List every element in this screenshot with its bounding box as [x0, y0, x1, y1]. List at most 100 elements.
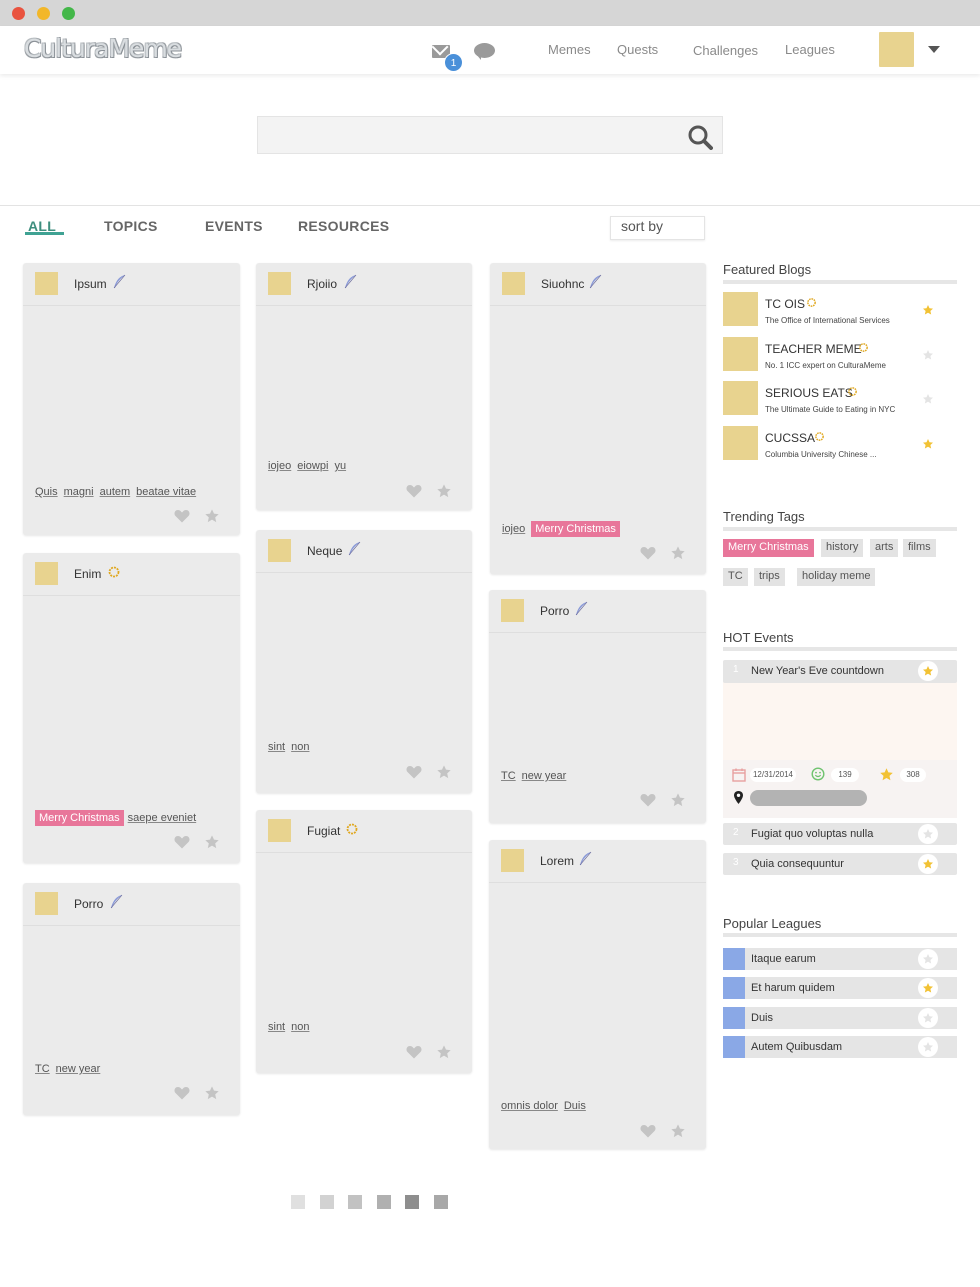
trending-tag[interactable]: arts [870, 539, 899, 557]
blog-avatar[interactable] [723, 426, 758, 460]
meme-card[interactable]: Rjoiio iojeo eiowpi yu [256, 263, 472, 510]
smile-icon[interactable] [811, 767, 825, 781]
search-icon[interactable] [687, 124, 713, 150]
meme-card[interactable]: Ipsum Quis magni autem beatae vitae [23, 263, 240, 535]
blog-avatar[interactable] [723, 292, 758, 326]
card-author-name[interactable]: Fugiat [307, 824, 340, 838]
meme-card[interactable]: Neque sint non [256, 530, 472, 793]
blog-avatar[interactable] [723, 337, 758, 371]
favorite-star-button[interactable] [918, 949, 938, 969]
tab-events[interactable]: EVENTS [205, 218, 263, 234]
heart-icon[interactable] [406, 484, 422, 498]
hot-event-item[interactable]: 2 Fugiat quo voluptas nulla [723, 823, 957, 845]
heart-icon[interactable] [406, 1045, 422, 1059]
card-tag[interactable]: saepe eveniet [128, 812, 197, 824]
trending-tag[interactable]: Merry Christmas [723, 539, 814, 557]
search-input[interactable] [258, 117, 678, 153]
hot-event-item[interactable]: 1 New Year's Eve countdown [723, 660, 957, 683]
heart-icon[interactable] [174, 509, 190, 523]
card-author-name[interactable]: Rjoiio [307, 277, 337, 291]
star-icon[interactable] [879, 767, 894, 782]
page-indicator[interactable] [319, 1195, 334, 1209]
card-tag-highlight[interactable]: Merry Christmas [35, 810, 124, 826]
page-indicator[interactable] [433, 1195, 448, 1209]
blog-name[interactable]: SERIOUS EATS [765, 386, 853, 400]
card-author-name[interactable]: Enim [74, 567, 101, 581]
star-icon[interactable] [204, 508, 220, 524]
close-window-button[interactable] [12, 7, 25, 20]
heart-icon[interactable] [640, 1124, 656, 1138]
card-tag[interactable]: non [291, 1021, 309, 1033]
star-icon[interactable] [436, 483, 452, 499]
favorite-star-button[interactable] [918, 978, 938, 998]
star-icon[interactable] [436, 764, 452, 780]
league-name[interactable]: Duis [751, 1012, 773, 1024]
favorite-star-button[interactable] [918, 824, 938, 844]
hot-event-item[interactable]: 3 Quia consequuntur [723, 853, 957, 875]
meme-card[interactable]: Porro TC new year [489, 590, 706, 823]
card-avatar[interactable] [501, 849, 524, 872]
card-avatar[interactable] [268, 819, 291, 842]
card-author-name[interactable]: Porro [74, 897, 103, 911]
card-tag[interactable]: non [291, 741, 309, 753]
blog-name[interactable]: TC OIS [765, 297, 805, 311]
card-avatar[interactable] [35, 562, 58, 585]
card-avatar[interactable] [502, 272, 525, 295]
tab-topics[interactable]: TOPICS [104, 218, 158, 234]
card-tag[interactable]: Duis [564, 1100, 586, 1112]
nav-quests[interactable]: Quests [617, 42, 658, 57]
card-tag[interactable]: sint [268, 1021, 285, 1033]
card-avatar[interactable] [501, 599, 524, 622]
star-icon[interactable] [204, 1085, 220, 1101]
card-author-name[interactable]: Siuohnc [541, 277, 584, 291]
league-name[interactable]: Et harum quidem [751, 982, 835, 994]
card-tag[interactable]: new year [56, 1063, 101, 1075]
meme-card[interactable]: Enim Merry Christmas saepe eveniet [23, 553, 240, 863]
nav-memes[interactable]: Memes [548, 42, 591, 57]
favorite-star-button[interactable] [918, 389, 938, 409]
heart-icon[interactable] [640, 793, 656, 807]
trending-tag[interactable]: history [821, 539, 864, 557]
card-author-name[interactable]: Lorem [540, 854, 574, 868]
card-tag[interactable]: iojeo [268, 460, 291, 472]
card-tag[interactable]: TC [501, 770, 516, 782]
blog-name[interactable]: TEACHER MEME [765, 342, 862, 356]
league-name[interactable]: Itaque earum [751, 953, 816, 965]
league-item[interactable]: Duis [723, 1007, 957, 1029]
trending-tag[interactable]: trips [754, 568, 785, 586]
heart-icon[interactable] [174, 1086, 190, 1100]
nav-leagues[interactable]: Leagues [785, 42, 835, 57]
event-name[interactable]: Fugiat quo voluptas nulla [751, 828, 873, 840]
chat-icon[interactable] [474, 43, 495, 60]
page-indicator[interactable] [376, 1195, 391, 1209]
card-avatar[interactable] [268, 539, 291, 562]
nav-challenges[interactable]: Challenges [693, 43, 758, 58]
star-icon[interactable] [204, 834, 220, 850]
card-tag[interactable]: TC [35, 1063, 50, 1075]
card-avatar[interactable] [35, 892, 58, 915]
sort-by-dropdown[interactable]: sort by [610, 216, 705, 240]
page-indicator[interactable] [348, 1195, 362, 1209]
page-indicator-current[interactable] [405, 1195, 419, 1209]
card-avatar[interactable] [268, 272, 291, 295]
favorite-star-button[interactable] [918, 345, 938, 365]
star-icon[interactable] [670, 545, 686, 561]
heart-icon[interactable] [406, 765, 422, 779]
meme-card[interactable]: Lorem omnis dolor Duis [489, 840, 706, 1149]
meme-card[interactable]: Siuohnc iojeo Merry Christmas [490, 263, 706, 574]
card-author-name[interactable]: Ipsum [74, 277, 107, 291]
heart-icon[interactable] [640, 546, 656, 560]
tab-resources[interactable]: RESOURCES [298, 218, 389, 234]
card-tag[interactable]: new year [522, 770, 567, 782]
card-author-name[interactable]: Neque [307, 544, 342, 558]
blog-avatar[interactable] [723, 381, 758, 415]
trending-tag[interactable]: TC [723, 568, 748, 586]
trending-tag[interactable]: films [903, 539, 936, 557]
card-author-name[interactable]: Porro [540, 604, 569, 618]
favorite-star-button[interactable] [918, 1037, 938, 1057]
card-tag[interactable]: Quis [35, 486, 58, 498]
minimize-window-button[interactable] [37, 7, 50, 20]
favorite-star-button[interactable] [918, 661, 938, 681]
blog-name[interactable]: CUCSSA [765, 431, 815, 445]
favorite-star-button[interactable] [918, 300, 938, 320]
